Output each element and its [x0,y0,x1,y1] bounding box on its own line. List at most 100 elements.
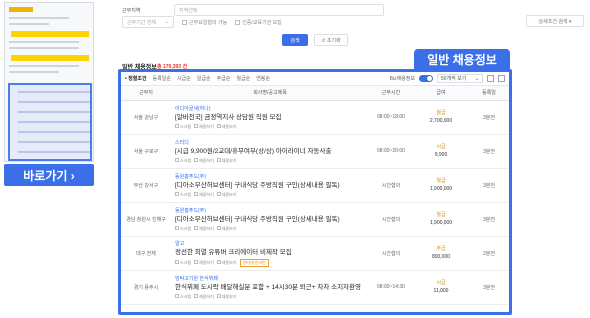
job-title-link[interactable]: [디아소부산허브센터] 구내식당 주방직원 구인(상세내용 필독) [175,215,369,224]
view-option[interactable]: 채용보기 [216,226,237,232]
apply-option[interactable]: 채용하기 [194,124,214,130]
col-time: 근무시간 [369,86,413,101]
company-name[interactable]: 동원홈푸드(주) [175,173,369,181]
thumb-line [9,23,49,25]
job-title-link[interactable]: 정선한 최열 유튜버 크리에이터 비제작 모집 [175,248,369,257]
apply-option[interactable]: 채용하기 [194,294,214,300]
table-row[interactable]: 경남 창원시 진해구 동원홈푸드(주) [디아소부산허브센터] 구내식당 주방직원 … [121,202,509,237]
job-title-link[interactable]: [시급 9,900원/2교대/휴무여부(상/상) 아이라이너 자동사출 [175,147,369,156]
row-time: 08:00~14:30 [369,270,413,305]
checkbox-icon [216,158,221,163]
thumb-row [18,141,90,143]
row-options: 스크랩 채용하기 채용보기 인터넷/온라인 [175,258,369,267]
table-row[interactable]: 서울 강남구 아디아골새(하나) [알바천국] 금정역지사 상담원 직원 모집 스크랩… [121,100,509,135]
view-option[interactable]: 채용보기 [216,260,237,266]
check-negotiable-label: 근무요일협의 가능 [189,19,228,26]
table-row[interactable]: 부산 강서구 동원홈푸드(주) [디아소부산허브센터] 구내식당 주방직원 구인(상… [121,168,509,203]
reset-button[interactable]: ↺ 초기화 [314,34,348,46]
check-negotiable[interactable]: 근무요일협의 가능 [182,19,227,26]
apply-label: 채용하기 [199,225,214,231]
detail-search-button[interactable]: 상세조건 검색 ▾ [526,15,584,27]
row-time: 시간협의 [369,202,413,237]
sort-tab[interactable]: 주급순 [217,75,231,82]
list-view-icon[interactable] [487,75,494,82]
row-main: 동원홈푸드(주) [디아소부산허브센터] 구내식당 주방직원 구인(상세내용 필독… [171,202,369,237]
check-certified-label: 인증/교육기관 모집 [242,19,282,26]
thumb-row [18,101,90,103]
thumb-banner [11,55,89,61]
row-options: 스크랩 채용하기 채용보기 [175,192,369,198]
sort-tab[interactable]: 월급순 [236,75,250,82]
apply-option[interactable]: 채용하기 [194,260,214,266]
view-label: 채용보기 [221,123,237,129]
row-main: 동원홈푸드(주) [디아소부산허브센터] 구내식당 주방직원 구인(상세내용 필독… [171,168,369,203]
job-title-link[interactable]: [디아소부산허브센터] 구내식당 주방직원 구인(상세내용 필독) [175,181,369,190]
biz-toggle[interactable] [419,75,433,82]
scrap-label: 스크랩 [180,259,192,265]
row-location: 경남 창원시 진해구 [121,202,171,237]
col-date: 등록일 [469,86,509,101]
table-row[interactable]: 대구 전체 알고 정선한 최열 유튜버 크리에이터 비제작 모집 스크랩 채용하기 채용보… [121,236,509,271]
sort-tab[interactable]: 등록일순 [153,75,171,82]
page-thumbnail[interactable] [4,2,94,162]
job-title-link[interactable]: 한식뷔페 도시락 배달해실분 포함 + 14시30분 퇴근+ 차차 소지자환영 [175,283,369,292]
view-option[interactable]: 채용보기 [216,158,237,164]
row-pay: 월급 1,900,000 [413,168,469,203]
row-time: 08:00~20:00 [369,134,413,169]
company-name[interactable]: 빙탁고기원 한식뷔페 [175,275,369,283]
page-size-select[interactable]: 50개씩 보기 ⌄ [437,74,483,83]
company-name[interactable]: 동원홈푸드(주) [175,207,369,215]
callout-label: 일반 채용정보 [414,49,510,69]
view-option[interactable]: 채용보기 [216,192,237,198]
checkbox-icon [194,192,199,197]
sort-tab[interactable]: • 정렬조건 [125,75,147,82]
star-icon [175,226,179,231]
period-select[interactable]: 근무기간 전체 ⌄ [122,16,174,28]
pay-type: 주급 [436,246,446,252]
thumb-line [9,47,79,49]
checkbox-icon [182,19,187,25]
pay-type: 월급 [436,110,446,116]
sort-tab[interactable]: 일급순 [197,75,211,82]
job-title-link[interactable]: [알바천국] 금정역지사 상담원 직원 모집 [175,113,369,122]
period-row: 근무기간 전체 ⌄ 근무요일협의 가능 인증/교육기관 모집 [122,14,584,30]
thumb-row [18,111,90,113]
scrap-option[interactable]: 스크랩 [175,158,191,164]
view-option[interactable]: 채용보기 [216,123,237,130]
company-name[interactable]: 스터디 [175,139,369,147]
table-row[interactable]: 경기 용주시 빙탁고기원 한식뷔페 한식뷔페 도시락 배달해실분 포함 + 14시3… [121,270,509,305]
scrap-option[interactable]: 스크랩 [175,294,191,300]
thumb-highlight [8,83,92,161]
company-name[interactable]: 알고 [175,240,369,248]
pay-type: 월급 [436,212,446,218]
table-row[interactable]: 서울 구로구 스터디 [시급 9,900원/2교대/휴무여부(상/상) 아이라이너 … [121,134,509,169]
apply-option[interactable]: 채용하기 [194,158,214,164]
toolbar-right: Biz채용정보 50개씩 보기 ⌄ [390,74,505,83]
view-option[interactable]: 채용보기 [216,294,237,300]
scrap-option[interactable]: 스크랩 [175,260,191,266]
sort-tab[interactable]: 시급순 [177,75,191,82]
sort-tab[interactable]: 연봉순 [256,75,270,82]
company-name[interactable]: 아디아골새(하나) [175,105,369,113]
goto-button[interactable]: 바로가기 › [4,164,94,186]
grid-view-icon[interactable] [498,75,505,82]
row-options: 스크랩 채용하기 채용보기 [175,226,369,232]
checkbox-icon [216,124,221,129]
row-main: 스터디 [시급 9,900원/2교대/휴무여부(상/상) 아이라이너 자동사출스크… [171,134,369,169]
scrap-option[interactable]: 스크랩 [175,226,191,232]
apply-label: 채용하기 [199,157,214,163]
checkbox-icon [216,260,221,265]
row-date: 3분전 [469,134,509,169]
pay-type: 시급 [436,144,446,150]
apply-label: 채용하기 [199,259,214,265]
apply-option[interactable]: 채용하기 [194,226,214,232]
thumb-row [18,121,90,123]
checkbox-icon [194,226,199,231]
scrap-option[interactable]: 스크랩 [175,124,191,130]
apply-option[interactable]: 채용하기 [194,192,214,198]
check-certified[interactable]: 인증/교육기관 모집 [235,19,282,26]
search-button[interactable]: 검색 [282,34,308,46]
row-date: 3분전 [469,100,509,135]
scrap-option[interactable]: 스크랩 [175,192,191,198]
chevron-down-icon: ⌄ [474,75,479,82]
